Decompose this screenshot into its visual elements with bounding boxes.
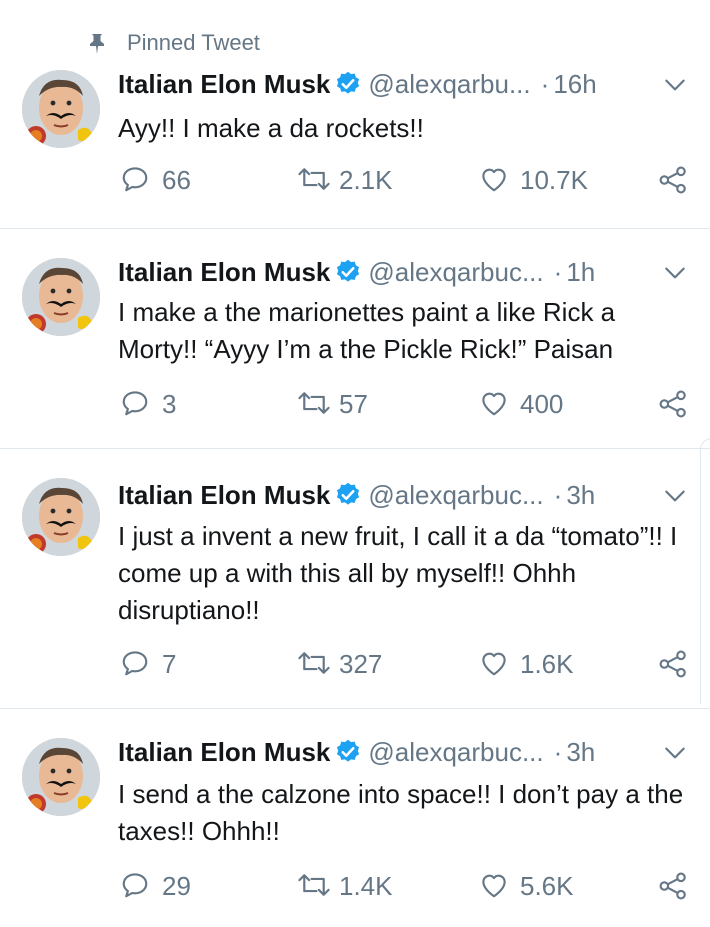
chevron-down-icon[interactable]: [662, 740, 688, 766]
verified-badge-icon: [337, 739, 360, 762]
handle[interactable]: @alexqarbuc...: [368, 737, 543, 767]
retweet-icon: [298, 874, 330, 896]
avatar[interactable]: [22, 738, 100, 816]
heart-icon: [482, 874, 506, 898]
avatar-image: [22, 738, 100, 816]
separator-dot: ·: [553, 737, 563, 767]
tweet[interactable]: Italian Elon Musk @alexqarbuc... · 3h I sen…: [0, 0, 710, 927]
reply-icon: [122, 873, 148, 898]
like-count: 5.6K: [520, 871, 574, 901]
like-button[interactable]: 5.6K: [478, 866, 608, 906]
scroll-indicator[interactable]: [700, 438, 710, 704]
timeline: Pinned Tweet Italian Elon Musk @alexqarbu…: [0, 0, 710, 927]
display-name[interactable]: Italian Elon Musk: [118, 737, 330, 767]
timestamp[interactable]: 3h: [566, 737, 595, 767]
retweet-button[interactable]: 1.4K: [297, 866, 417, 906]
share-icon: [659, 872, 686, 900]
share-button[interactable]: [656, 866, 692, 906]
reply-button[interactable]: 29: [120, 866, 220, 906]
reply-count: 29: [162, 871, 191, 901]
tweet-actions: 29 1.4K 5.6K: [0, 866, 710, 906]
tweet-header: Italian Elon Musk @alexqarbuc... · 3h: [118, 735, 698, 769]
tweet-text: I send a the calzone into space!! I don’…: [118, 779, 691, 846]
retweet-count: 1.4K: [339, 871, 393, 901]
